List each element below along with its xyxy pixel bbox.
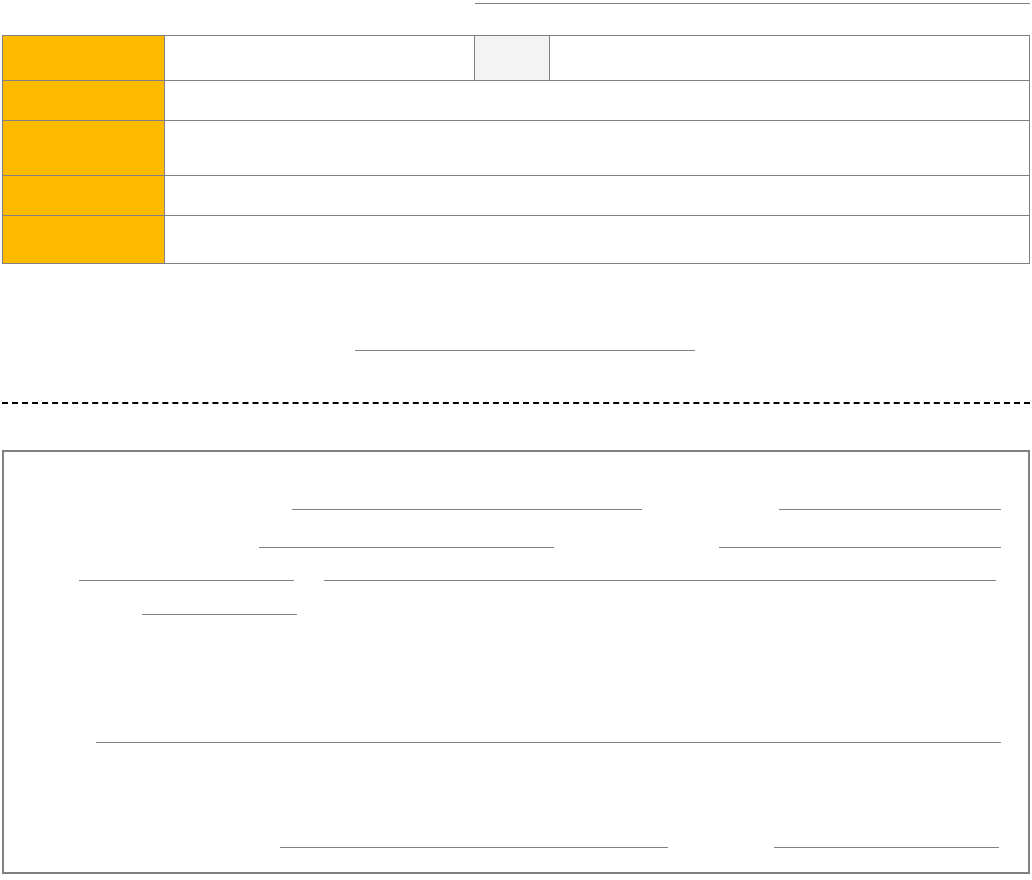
info-table <box>2 35 1030 264</box>
row2-label <box>3 81 165 121</box>
row1-value3 <box>550 36 1030 81</box>
row5-label <box>3 216 165 264</box>
form-line-2-left <box>259 547 554 548</box>
row3-value <box>165 121 1030 176</box>
row4-value <box>165 176 1030 216</box>
form-line-2-right <box>719 547 1001 548</box>
form-line-5 <box>96 742 1001 743</box>
top-underline <box>475 3 1030 4</box>
form-line-6-right <box>774 847 999 848</box>
row5-value <box>165 216 1030 264</box>
row1-value2 <box>475 36 550 81</box>
form-line-3-left <box>79 580 294 581</box>
form-line-1-left <box>292 509 642 510</box>
form-line-4 <box>142 614 297 615</box>
form-line-6-left <box>280 847 668 848</box>
row4-label <box>3 176 165 216</box>
form-box <box>2 450 1030 874</box>
mid-underline <box>355 350 695 351</box>
row3-label <box>3 121 165 176</box>
table-row <box>3 36 1030 81</box>
form-line-3-right <box>324 580 996 581</box>
row1-value1 <box>165 36 475 81</box>
table-row <box>3 121 1030 176</box>
table-row <box>3 81 1030 121</box>
table-row <box>3 176 1030 216</box>
form-line-1-right <box>779 509 1001 510</box>
dashed-divider <box>2 402 1030 404</box>
table-row <box>3 216 1030 264</box>
row2-value <box>165 81 1030 121</box>
row1-label <box>3 36 165 81</box>
